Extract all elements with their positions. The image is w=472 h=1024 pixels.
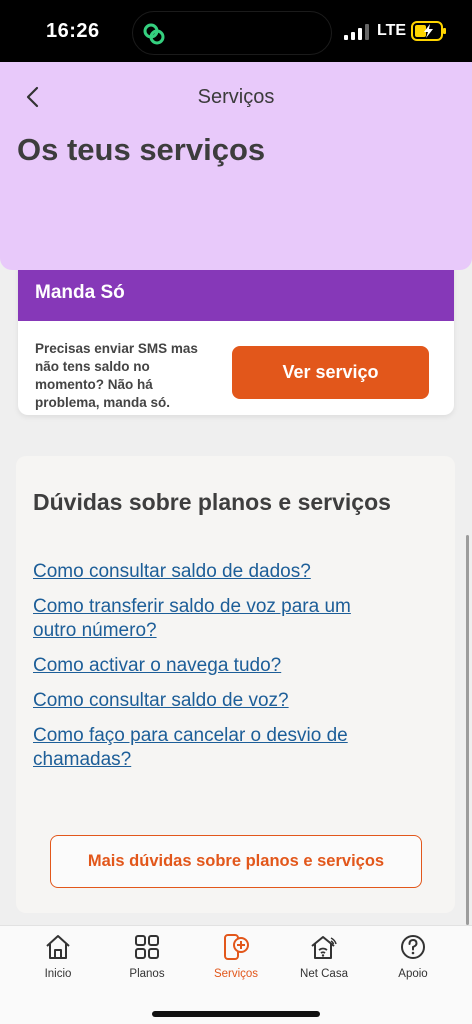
page-title: Os teus serviços <box>17 132 266 167</box>
grid-icon <box>135 935 159 959</box>
nav-label: Net Casa <box>300 968 348 980</box>
home-indicator[interactable] <box>152 1011 320 1017</box>
faq-link[interactable]: Como consultar saldo de dados? <box>33 560 393 584</box>
wifi-home-icon <box>311 936 337 959</box>
nav-item-apoio[interactable]: Apoio <box>368 932 458 992</box>
nav-label: Serviços <box>213 968 259 980</box>
faq-link[interactable]: Como transferir saldo de voz para um out… <box>33 595 393 643</box>
faq-title: Dúvidas sobre planos e serviços <box>33 489 391 515</box>
help-icon <box>401 935 425 959</box>
nav-label: Apoio <box>398 968 428 980</box>
dynamic-island <box>132 11 332 55</box>
link-rings-icon <box>143 23 165 45</box>
faq-card: Dúvidas sobre planos e serviços Como con… <box>16 456 455 913</box>
faq-link[interactable]: Como faço para cancelar o desvio de cham… <box>33 724 393 772</box>
faq-link[interactable]: Como consultar saldo de voz? <box>33 689 393 713</box>
network-type: LTE <box>377 22 407 39</box>
home-icon <box>46 935 70 959</box>
view-service-button[interactable]: Ver serviço <box>232 346 429 399</box>
services-icon <box>224 934 249 960</box>
bottom-nav: Inicio Planos Serviços Net Casa Apoio <box>0 925 472 1024</box>
battery-charging-icon <box>411 21 446 41</box>
nav-item-inicio[interactable]: Inicio <box>13 932 103 992</box>
nav-item-net-casa[interactable]: Net Casa <box>279 932 369 992</box>
nav-label: Planos <box>129 968 165 980</box>
service-card: Manda Só Precisas enviar SMS mas não ten… <box>18 255 454 415</box>
service-description: Precisas enviar SMS mas não tens saldo n… <box>35 341 198 410</box>
signal-icon <box>344 24 369 40</box>
scrollbar[interactable] <box>466 535 469 925</box>
header-title: Serviços <box>197 86 275 108</box>
nav-item-servicos[interactable]: Serviços <box>191 932 281 992</box>
faq-links: Como consultar saldo de dados? Como tran… <box>33 560 393 783</box>
nav-item-planos[interactable]: Planos <box>102 932 192 992</box>
faq-link[interactable]: Como activar o navega tudo? <box>33 654 393 678</box>
status-time: 16:26 <box>46 20 100 42</box>
more-questions-button[interactable]: Mais dúvidas sobre planos e serviços <box>50 835 422 888</box>
nav-label: Inicio <box>44 968 72 980</box>
service-name: Manda Só <box>35 282 125 303</box>
page-header: Serviços Os teus serviços <box>0 62 472 270</box>
status-bar: 16:26 LTE <box>0 0 472 62</box>
